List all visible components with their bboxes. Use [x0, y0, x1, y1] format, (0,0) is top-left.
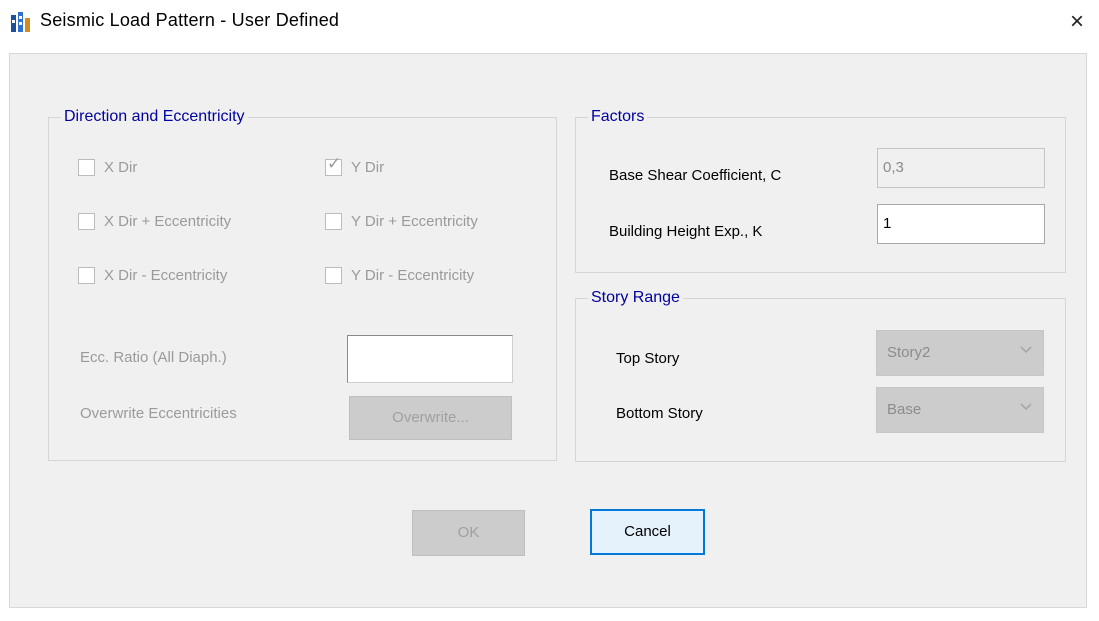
direction-eccentricity-title: Direction and Eccentricity — [61, 106, 248, 128]
x-dir-plus-ecc-label: X Dir + Eccentricity — [104, 212, 232, 230]
building-height-exp-input[interactable]: 1 — [877, 204, 1045, 244]
x-dir-plus-ecc-checkbox-row[interactable]: X Dir + Eccentricity — [78, 209, 231, 233]
top-story-label: Top Story — [616, 350, 680, 367]
building-height-exp-label: Building Height Exp., K — [609, 223, 763, 240]
close-icon: × — [1069, 8, 1084, 35]
y-dir-plus-ecc-checkbox[interactable] — [325, 212, 342, 230]
base-shear-label: Base Shear Coefficient, C — [609, 167, 782, 184]
y-dir-minus-ecc-checkbox[interactable] — [325, 266, 342, 284]
top-story-value: Story2 — [887, 344, 931, 361]
bottom-story-value: Base — [887, 401, 922, 418]
story-range-title: Story Range — [588, 287, 683, 309]
y-dir-checkbox-row[interactable]: ✓ Y Dir — [325, 154, 385, 179]
x-dir-label: X Dir — [104, 158, 138, 176]
title-bar: Seismic Load Pattern - User Defined × — [0, 0, 1099, 46]
dialog-window: Seismic Load Pattern - User Defined × Di… — [0, 0, 1099, 621]
factors-title: Factors — [588, 106, 648, 128]
close-button[interactable]: × — [1062, 5, 1092, 39]
y-dir-plus-ecc-label: Y Dir + Eccentricity — [351, 212, 478, 230]
x-dir-minus-ecc-checkbox[interactable] — [78, 266, 95, 284]
x-dir-plus-ecc-checkbox[interactable] — [78, 212, 95, 230]
x-dir-minus-ecc-label: X Dir - Eccentricity — [104, 266, 228, 284]
overwrite-eccentricities-label: Overwrite Eccentricities — [80, 405, 237, 422]
top-story-select[interactable]: Story2 — [876, 330, 1044, 376]
y-dir-checkbox[interactable]: ✓ — [325, 154, 342, 176]
ok-button[interactable]: OK — [412, 510, 525, 556]
y-dir-label: Y Dir — [351, 158, 385, 176]
y-dir-minus-ecc-label: Y Dir - Eccentricity — [351, 266, 475, 284]
y-dir-minus-ecc-checkbox-row[interactable]: Y Dir - Eccentricity — [325, 263, 474, 287]
story-range-group: Story Range Top Story Story2 Bottom Stor… — [575, 287, 1066, 462]
x-dir-checkbox-row[interactable]: X Dir — [78, 155, 137, 179]
factors-group: Factors Base Shear Coefficient, C 0,3 Bu… — [575, 106, 1066, 273]
chevron-down-icon — [1020, 346, 1032, 354]
chevron-down-icon — [1020, 403, 1032, 411]
cancel-button[interactable]: Cancel — [590, 509, 705, 555]
window-title: Seismic Load Pattern - User Defined — [40, 10, 340, 30]
bottom-story-select[interactable]: Base — [876, 387, 1044, 433]
dialog-body: Direction and Eccentricity X Dir ✓ Y Dir… — [9, 53, 1087, 608]
checkmark-icon: ✓ — [327, 153, 342, 174]
x-dir-checkbox[interactable] — [78, 158, 95, 176]
etabs-app-icon — [11, 12, 30, 32]
direction-eccentricity-group: Direction and Eccentricity X Dir ✓ Y Dir… — [48, 106, 557, 461]
ecc-ratio-label: Ecc. Ratio (All Diaph.) — [80, 349, 227, 366]
overwrite-button[interactable]: Overwrite... — [349, 396, 512, 440]
bottom-story-label: Bottom Story — [616, 405, 703, 422]
y-dir-plus-ecc-checkbox-row[interactable]: Y Dir + Eccentricity — [325, 209, 478, 233]
ecc-ratio-input[interactable] — [347, 335, 513, 383]
x-dir-minus-ecc-checkbox-row[interactable]: X Dir - Eccentricity — [78, 263, 227, 287]
base-shear-input[interactable]: 0,3 — [877, 148, 1045, 188]
